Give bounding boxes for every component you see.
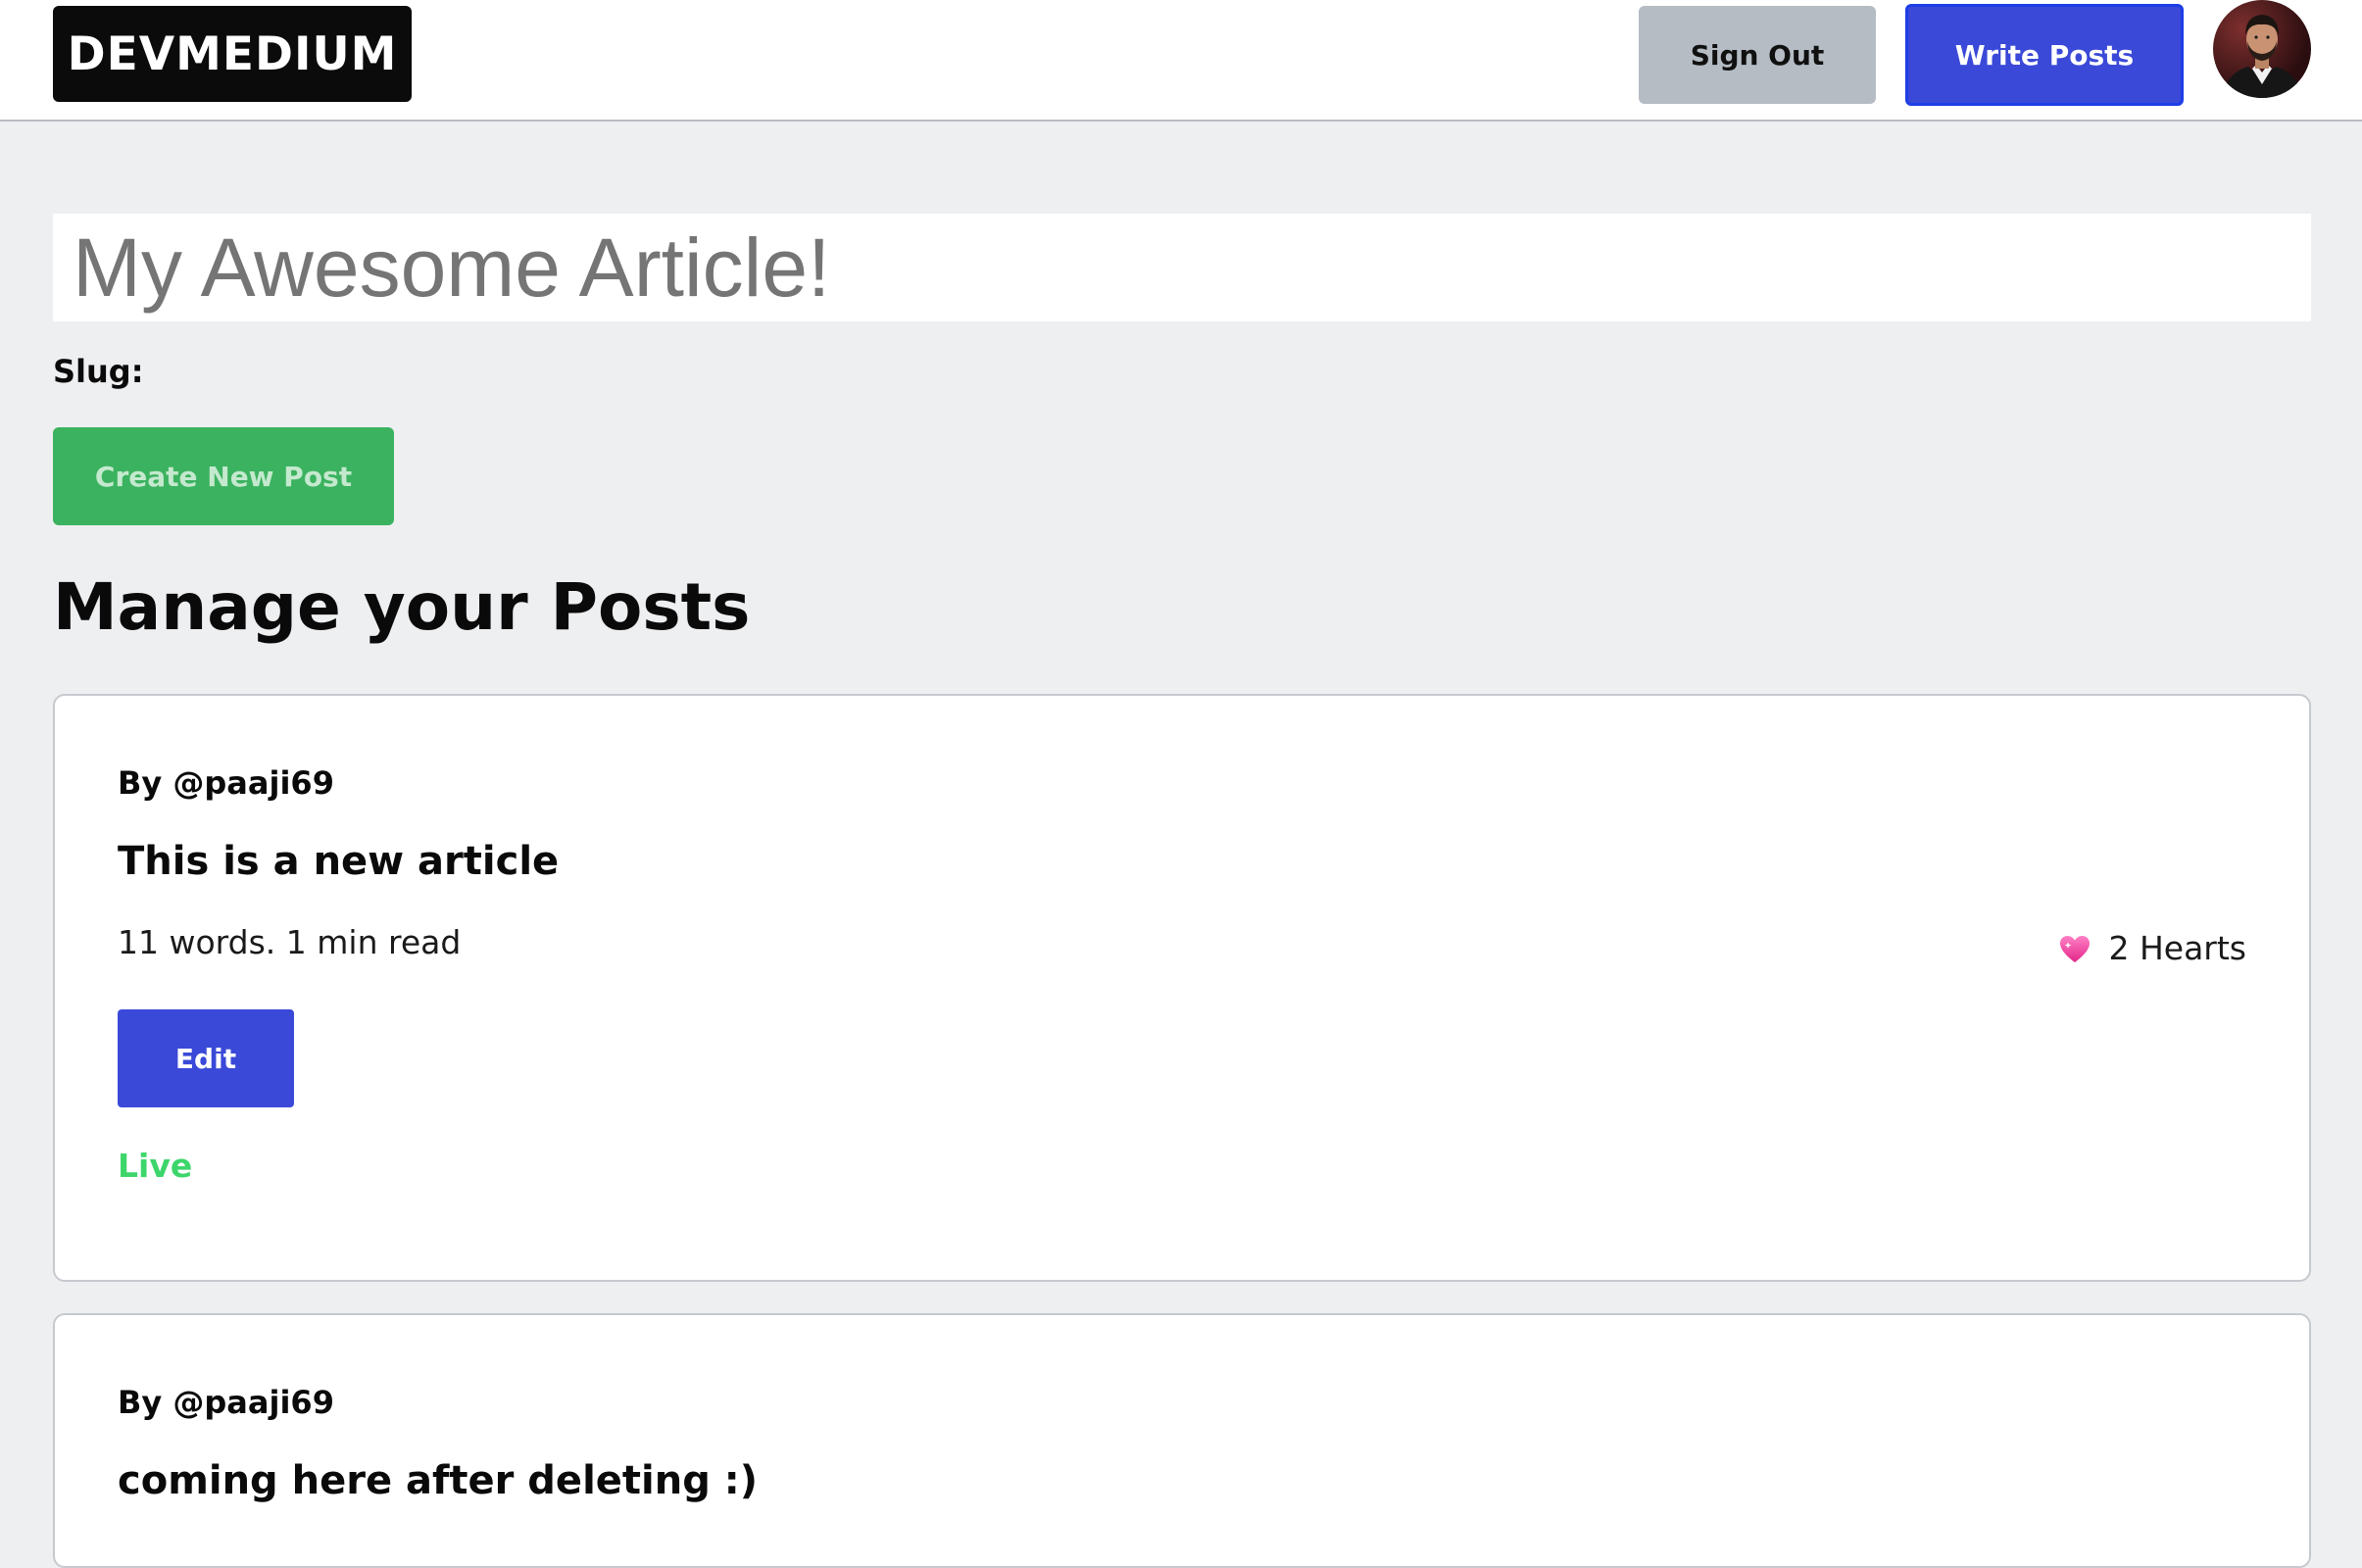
post-author-link[interactable]: By @paaji69	[118, 1384, 334, 1421]
post-author-link[interactable]: By @paaji69	[118, 764, 334, 802]
post-hearts: 2 Hearts	[2059, 929, 2246, 967]
post-title-link[interactable]: This is a new article	[118, 839, 559, 884]
article-title-input[interactable]	[53, 214, 2311, 321]
slug-label: Slug:	[53, 353, 144, 390]
post-card: By @paaji69 This is a new article 11 wor…	[53, 694, 2311, 1282]
user-avatar-icon[interactable]	[2213, 0, 2311, 98]
hearts-count: 2 Hearts	[2108, 929, 2246, 967]
post-meta: 11 words. 1 min read	[118, 923, 462, 961]
post-card: By @paaji69 coming here after deleting :…	[53, 1313, 2311, 1568]
create-new-post-button[interactable]: Create New Post	[53, 427, 394, 525]
sparkling-heart-icon	[2059, 934, 2091, 963]
edit-post-button[interactable]: Edit	[118, 1009, 294, 1107]
write-posts-button[interactable]: Write Posts	[1905, 4, 2184, 106]
logo-link[interactable]: DEVMEDIUM	[53, 6, 412, 102]
sign-out-button[interactable]: Sign Out	[1639, 6, 1876, 104]
avatar-image	[2221, 15, 2303, 98]
navbar: DEVMEDIUM Sign Out Write Posts	[0, 0, 2362, 122]
post-status-badge: Live	[118, 1147, 193, 1185]
post-title-link[interactable]: coming here after deleting :)	[118, 1458, 758, 1503]
manage-posts-heading: Manage your Posts	[53, 569, 751, 645]
